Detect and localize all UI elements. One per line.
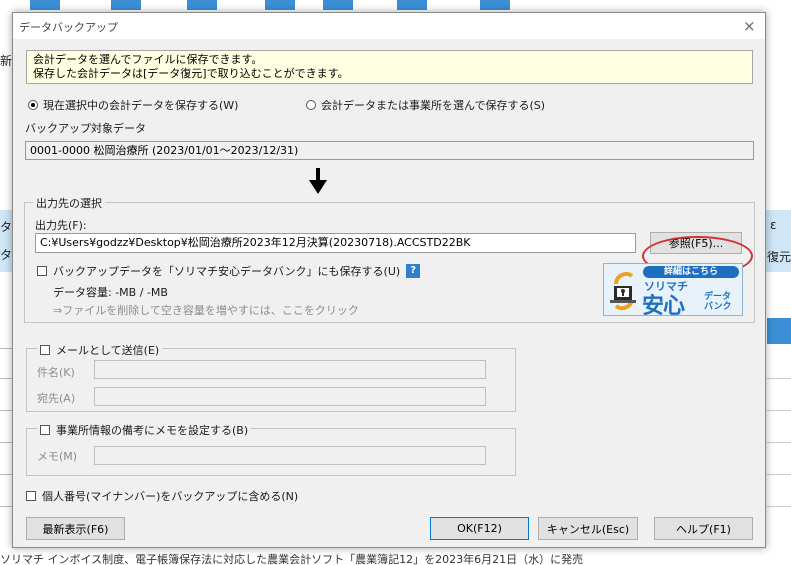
background-tab[interactable] (397, 0, 427, 10)
background-tab[interactable] (323, 0, 353, 10)
refresh-button[interactable]: 最新表示(F6) (26, 517, 125, 540)
mynumber-checkbox[interactable]: 個人番号(マイナンバー)をバックアップに含める(N) (26, 488, 298, 504)
background-text: 復元 (767, 250, 791, 264)
background-text: タ (0, 248, 13, 262)
ok-button[interactable]: OK(F12) (430, 517, 529, 540)
capacity-text: データ容量: -MB / -MB (53, 286, 168, 299)
memo-input[interactable] (94, 446, 486, 465)
close-icon[interactable]: × (743, 17, 756, 35)
checkbox-label: 個人番号(マイナンバー)をバックアップに含める(N) (42, 490, 299, 503)
help-button[interactable]: ヘルプ(F1) (654, 517, 753, 540)
background-blue-bar (767, 318, 791, 344)
cancel-button[interactable]: キャンセル(Esc) (538, 517, 638, 540)
info-line: 保存した会計データは[データ復元]で取り込むことができます。 (33, 67, 349, 80)
background-row-divider (0, 378, 12, 379)
background-tab[interactable] (187, 0, 217, 10)
down-arrow-icon (309, 168, 327, 194)
checkbox-label: バックアップデータを「ソリマチ安心データバンク」にも保存する(U) (53, 265, 401, 278)
backup-target-label: バックアップ対象データ (25, 122, 146, 135)
help-icon[interactable]: ? (406, 264, 421, 278)
background-row-divider (767, 506, 791, 507)
background-row-divider (767, 378, 791, 379)
banner-sub-line: データ (704, 292, 732, 302)
backup-target-field: 0001-0000 松岡治療所 (2023/01/01～2023/12/31) (25, 141, 754, 160)
background-row-divider (767, 474, 791, 475)
backup-dialog: データバックアップ × 会計データを選んでファイルに保存できます。 保存した会計… (12, 12, 766, 548)
destination-label: 出力先(F): (35, 219, 87, 232)
checkbox-box[interactable] (26, 491, 36, 501)
dialog-titlebar[interactable]: データバックアップ × (13, 13, 765, 39)
subject-label: 件名(K) (37, 366, 75, 379)
checkbox-label: メールとして送信(E) (56, 344, 160, 357)
radio-select-data[interactable]: 会計データまたは事業所を選んで保存する(S) (306, 97, 545, 113)
radio-label: 会計データまたは事業所を選んで保存する(S) (321, 99, 546, 112)
info-line: 会計データを選んでファイルに保存できます。 (33, 53, 263, 66)
databank-banner[interactable]: 詳細はこちら ソリマチ 安心 データ バンク (603, 263, 743, 316)
background-row-divider (0, 506, 12, 507)
background-row-divider (0, 442, 12, 443)
background-text: タ (0, 220, 13, 234)
browse-button[interactable]: 参照(F5)... (650, 232, 742, 254)
background-news-text: ソリマチ インボイス制度、電子帳簿保存法に対応した農業会計ソフト「農業簿記12」… (0, 553, 584, 565)
memo-label: メモ(M) (37, 450, 78, 463)
background-row-divider (767, 410, 791, 411)
group-title: 出力先の選択 (33, 195, 105, 211)
destination-path-input[interactable]: C:¥Users¥godzz¥Desktop¥松岡治療所2023年12月決算(2… (35, 233, 636, 253)
dialog-title: データバックアップ (19, 21, 118, 34)
background-tab[interactable] (111, 0, 141, 10)
checkbox-box[interactable] (37, 266, 47, 276)
recipient-label: 宛先(A) (37, 392, 76, 405)
background-row-divider (0, 348, 12, 349)
checkbox-label: 事業所情報の備考にメモを設定する(B) (56, 424, 249, 437)
banner-sub-text: データ バンク (704, 292, 731, 312)
databank-checkbox[interactable]: バックアップデータを「ソリマチ安心データバンク」にも保存する(U) ? (37, 263, 421, 279)
radio-dot[interactable] (28, 100, 38, 110)
radio-save-current[interactable]: 現在選択中の会計データを保存する(W) (28, 97, 238, 113)
banner-sub-line: バンク (704, 302, 732, 312)
free-space-link[interactable]: ⇒ファイルを削除して空き容量を増やすには、ここをクリック (53, 302, 359, 318)
radio-label: 現在選択中の会計データを保存する(W) (43, 99, 239, 112)
banner-details-pill: 詳細はこちら (643, 266, 739, 278)
background-tab[interactable] (30, 0, 60, 10)
lock-laptop-icon (610, 272, 636, 311)
background-row-divider (0, 410, 12, 411)
subject-input[interactable] (94, 360, 486, 379)
background-row-divider (0, 474, 12, 475)
checkbox-box[interactable] (40, 425, 50, 435)
background-tab[interactable] (480, 0, 510, 10)
recipient-input[interactable] (94, 387, 486, 406)
checkbox-box[interactable] (40, 345, 50, 355)
banner-main-text: 安心 (642, 294, 685, 316)
background-row-divider (767, 442, 791, 443)
info-message-box: 会計データを選んでファイルに保存できます。 保存した会計データは[データ復元]で… (26, 50, 753, 84)
memo-checkbox[interactable]: 事業所情報の備考にメモを設定する(B) (37, 422, 252, 438)
background-text: ε (770, 218, 777, 232)
mail-send-checkbox[interactable]: メールとして送信(E) (37, 342, 163, 358)
background-tab[interactable] (265, 0, 295, 10)
radio-dot[interactable] (306, 100, 316, 110)
